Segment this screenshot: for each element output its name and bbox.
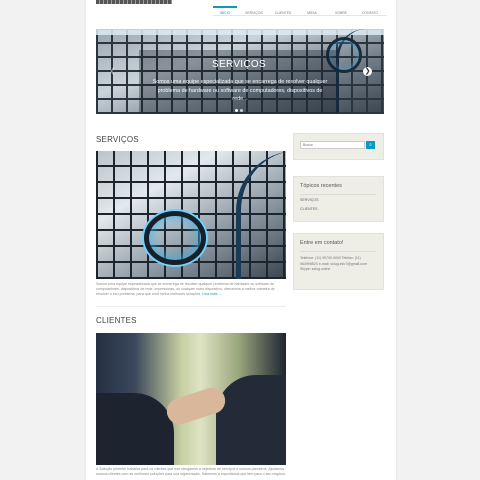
- recent-posts-divider: [300, 194, 376, 195]
- nav-item-contato[interactable]: Contato: [358, 6, 382, 15]
- post-title-servicos[interactable]: SERVIÇOS: [96, 135, 139, 144]
- slider-title[interactable]: SERVIÇOS: [139, 59, 339, 70]
- slider-prev-arrow-icon[interactable]: ❮: [108, 67, 117, 76]
- post-excerpt-servicos: Somos uma equipe especializada que se en…: [96, 282, 286, 297]
- nav-item-midia[interactable]: Mídia: [300, 6, 324, 15]
- search-icon: ⌕: [369, 142, 372, 148]
- stethoscope-cord: [236, 151, 286, 279]
- nav-divider: [213, 15, 387, 16]
- post-excerpt-clientes: A Solução primeiro trabalha para os clie…: [96, 467, 286, 476]
- contact-title: Entre em contato!: [300, 240, 344, 246]
- nav-item-clientes[interactable]: Clientes: [271, 6, 295, 15]
- slider-text: Somos uma equipe especializada que se en…: [152, 79, 328, 102]
- search-input[interactable]: [300, 141, 365, 149]
- post-divider: [96, 306, 286, 307]
- search-button[interactable]: ⌕: [366, 141, 375, 149]
- contact-text: Telefone: (11) 99709-9000 Telefax: (11) …: [300, 256, 367, 271]
- site-logo[interactable]: [96, 0, 172, 4]
- stethoscope-bell: [144, 211, 206, 265]
- handshake-sleeve-right: [216, 375, 286, 465]
- main-nav: Início Serviços Clientes Mídia Sobre Con…: [213, 6, 382, 15]
- read-more-link[interactable]: Leia mais →: [202, 292, 222, 296]
- recent-post-link-servicos[interactable]: SERVIÇOS: [300, 198, 319, 202]
- nav-item-servicos[interactable]: Serviços: [242, 6, 266, 15]
- nav-item-inicio[interactable]: Início: [213, 6, 237, 15]
- slider-next-arrow-icon[interactable]: ❯: [363, 67, 372, 76]
- slider-pagination: [235, 109, 243, 112]
- slider-dot-2[interactable]: [240, 109, 243, 112]
- nav-item-sobre[interactable]: Sobre: [329, 6, 353, 15]
- slider-dot-1[interactable]: [235, 109, 238, 112]
- recent-post-link-clientes[interactable]: CLIENTES: [300, 207, 318, 211]
- post-image-servicos[interactable]: [96, 151, 286, 279]
- contact-divider: [300, 251, 376, 252]
- recent-posts-title: Tópicos recentes: [300, 183, 342, 189]
- post-image-clientes[interactable]: [96, 333, 286, 465]
- post-excerpt-text: Somos uma equipe especializada que se en…: [96, 282, 275, 296]
- handshake-sleeve-left: [96, 393, 174, 465]
- post-title-clientes[interactable]: CLIENTES: [96, 316, 137, 325]
